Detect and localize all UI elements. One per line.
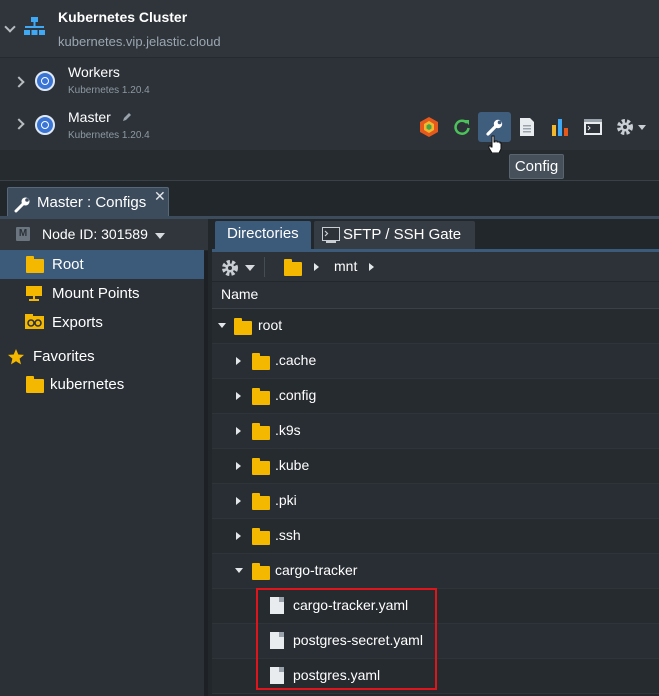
- environment-domain[interactable]: kubernetes.vip.jelastic.cloud: [58, 34, 221, 49]
- path-separator-icon: [314, 263, 319, 271]
- tree-item-label: .kube: [275, 457, 310, 473]
- expand-arrow-icon[interactable]: [236, 497, 241, 505]
- path-divider: [264, 257, 265, 277]
- folder-icon: [252, 493, 270, 510]
- star-icon: [8, 349, 24, 365]
- environment-panel: Kubernetes Cluster kubernetes.vip.jelast…: [0, 0, 659, 153]
- sidebar-item-label: Mount Points: [52, 285, 140, 302]
- expand-arrow-icon[interactable]: [236, 427, 241, 435]
- config-panel-tab[interactable]: Master : Configs ✕: [7, 187, 169, 218]
- terminal-icon: [322, 227, 340, 243]
- kubernetes-icon: [35, 71, 55, 91]
- tree-item-label: .cache: [275, 352, 317, 368]
- path-bar: mnt: [212, 252, 659, 282]
- statistics-icon[interactable]: [547, 114, 573, 140]
- expand-chevron-icon[interactable]: [13, 76, 25, 88]
- expand-arrow-icon[interactable]: [236, 392, 241, 400]
- node-id-label[interactable]: Node ID: 301589: [42, 226, 148, 242]
- tab-label: Directories: [227, 225, 299, 242]
- node-name: Master: [68, 109, 111, 125]
- sidebar-item-mount-points[interactable]: Mount Points: [0, 279, 204, 308]
- folder-icon: [252, 528, 270, 545]
- folder-icon: [234, 318, 252, 335]
- favorites-label: Favorites: [33, 348, 95, 365]
- tree-row-root[interactable]: root: [212, 309, 659, 344]
- tab-label: SFTP / SSH Gate: [343, 226, 462, 243]
- tree-row-k9s[interactable]: .k9s: [212, 414, 659, 449]
- node-row-workers[interactable]: Workers Kubernetes 1.20.4: [0, 60, 659, 105]
- expand-arrow-icon[interactable]: [236, 357, 241, 365]
- tree-item-label: .config: [275, 387, 317, 403]
- collapse-chevron-icon[interactable]: [4, 21, 16, 33]
- restart-icon[interactable]: [449, 114, 475, 140]
- node-version: Kubernetes 1.20.4: [68, 130, 150, 141]
- path-segment[interactable]: mnt: [334, 258, 357, 274]
- folder-icon: [26, 256, 44, 273]
- column-header-label: Name: [221, 286, 259, 302]
- close-tab-icon[interactable]: ✕: [154, 188, 166, 205]
- environment-header[interactable]: Kubernetes Cluster kubernetes.vip.jelast…: [0, 0, 659, 58]
- expand-arrow-icon[interactable]: [236, 462, 241, 470]
- sidebar-item-root[interactable]: Root: [0, 250, 204, 279]
- wrench-icon: [14, 197, 30, 213]
- tree-row-kube[interactable]: .kube: [212, 449, 659, 484]
- gear-icon[interactable]: [220, 258, 240, 278]
- sidebar-favorites-header[interactable]: Favorites: [0, 342, 204, 371]
- expand-arrow-icon[interactable]: [236, 532, 241, 540]
- tree-item-label: .k9s: [275, 422, 301, 438]
- tree-row-config[interactable]: .config: [212, 379, 659, 414]
- folder-icon: [26, 376, 44, 393]
- tab-directories[interactable]: Directories: [215, 221, 311, 250]
- exports-icon: [25, 314, 44, 329]
- sidebar-item-label: kubernetes: [50, 376, 125, 393]
- sidebar-item-label: Root: [52, 256, 84, 273]
- edit-pencil-icon[interactable]: [121, 111, 133, 123]
- mount-point-icon: [26, 286, 42, 301]
- log-icon[interactable]: [514, 114, 540, 140]
- tree-row-cargo-tracker[interactable]: cargo-tracker: [212, 554, 659, 589]
- sidebar-item-kubernetes[interactable]: kubernetes: [0, 370, 204, 399]
- name-column-header[interactable]: Name: [212, 282, 659, 309]
- folder-icon: [252, 423, 270, 440]
- node-select-caret-icon[interactable]: [155, 233, 165, 239]
- files-highlight-box: [256, 588, 437, 690]
- environment-topology-icon: [24, 17, 45, 35]
- settings-icon[interactable]: [613, 114, 647, 140]
- hand-cursor-icon: [488, 135, 502, 153]
- expand-chevron-icon[interactable]: [13, 118, 25, 130]
- tree-row-pki[interactable]: .pki: [212, 484, 659, 519]
- tree-row-cache[interactable]: .cache: [212, 344, 659, 379]
- path-separator-icon[interactable]: [369, 263, 374, 271]
- tree-item-label: .pki: [275, 492, 297, 508]
- folder-icon: [252, 563, 270, 580]
- tree-item-label: root: [258, 317, 283, 333]
- folder-icon: [252, 388, 270, 405]
- path-root-folder-icon[interactable]: [284, 259, 302, 276]
- sidebar-item-label: Exports: [52, 314, 103, 331]
- collapse-arrow-icon[interactable]: [218, 323, 226, 328]
- tree-item-label: .ssh: [275, 527, 301, 543]
- config-tooltip: Config: [509, 154, 564, 179]
- folder-icon: [252, 353, 270, 370]
- config-tab-title: Master : Configs: [37, 194, 147, 211]
- tree-row-ssh[interactable]: .ssh: [212, 519, 659, 554]
- addons-icon[interactable]: [416, 114, 442, 140]
- sidebar-item-exports[interactable]: Exports: [0, 308, 204, 337]
- collapse-arrow-icon[interactable]: [235, 568, 243, 573]
- master-node-icon: M: [16, 227, 30, 241]
- environment-title: Kubernetes Cluster: [58, 9, 188, 25]
- node-version: Kubernetes 1.20.4: [68, 85, 150, 96]
- folder-icon: [252, 458, 270, 475]
- tree-item-label: cargo-tracker: [275, 562, 358, 578]
- node-name: Workers: [68, 64, 120, 80]
- web-ssh-icon[interactable]: [580, 114, 606, 140]
- kubernetes-icon: [35, 115, 55, 135]
- gear-menu-caret-icon[interactable]: [245, 265, 255, 271]
- tab-sftp-ssh-gate[interactable]: SFTP / SSH Gate: [314, 221, 475, 250]
